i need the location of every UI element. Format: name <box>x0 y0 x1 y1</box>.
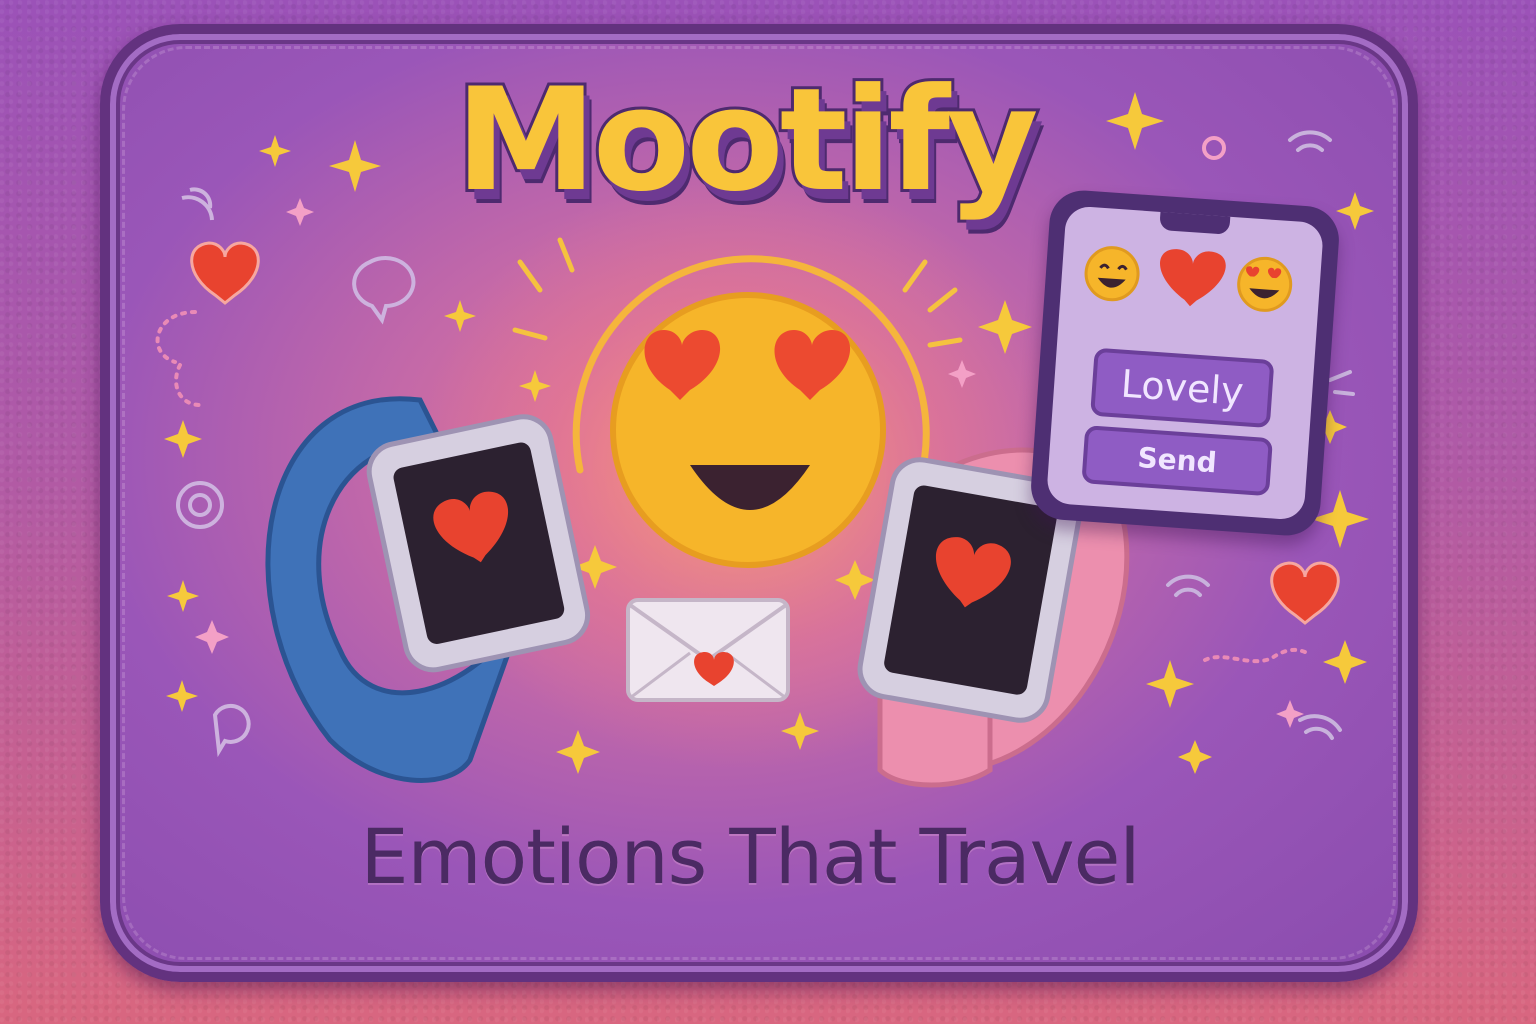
sparkle-icon <box>166 680 198 712</box>
heart-icon <box>190 241 260 305</box>
smiling-face-icon <box>1084 246 1140 302</box>
sparkle-icon <box>1178 740 1212 774</box>
sparkle-icon <box>1336 192 1374 230</box>
sparkle-icon <box>1146 660 1194 708</box>
sparkle-icon <box>556 730 600 774</box>
tagline: Emotions That Travel <box>360 812 1141 901</box>
sparkle-icon <box>164 420 202 458</box>
ring-icon <box>1202 136 1226 160</box>
sparkle-icon <box>1276 700 1304 728</box>
sparkle-icon <box>1106 92 1164 150</box>
sparkle-icon <box>167 580 199 612</box>
reaction-row <box>1084 246 1293 312</box>
sparkle-icon <box>195 620 229 654</box>
heart-eyes-emoji-icon <box>610 292 886 568</box>
sparkle-icon <box>259 135 291 167</box>
smartwatch-blue-icon <box>265 396 591 783</box>
envelope-heart-icon <box>626 598 790 702</box>
brand-title: Mootify <box>452 58 1041 223</box>
phone-device: Lovely Send <box>1028 188 1342 538</box>
send-button[interactable]: Send <box>1081 425 1273 497</box>
heart-icon <box>1160 249 1226 307</box>
heart-icon <box>1270 561 1340 625</box>
sparkle-icon <box>1323 640 1367 684</box>
message-chip-lovely[interactable]: Lovely <box>1090 347 1275 429</box>
sparkle-icon <box>329 140 381 192</box>
smiling-face-icon <box>1237 256 1293 312</box>
phone-screen: Lovely Send <box>1045 205 1325 521</box>
sparkle-icon <box>286 198 314 226</box>
